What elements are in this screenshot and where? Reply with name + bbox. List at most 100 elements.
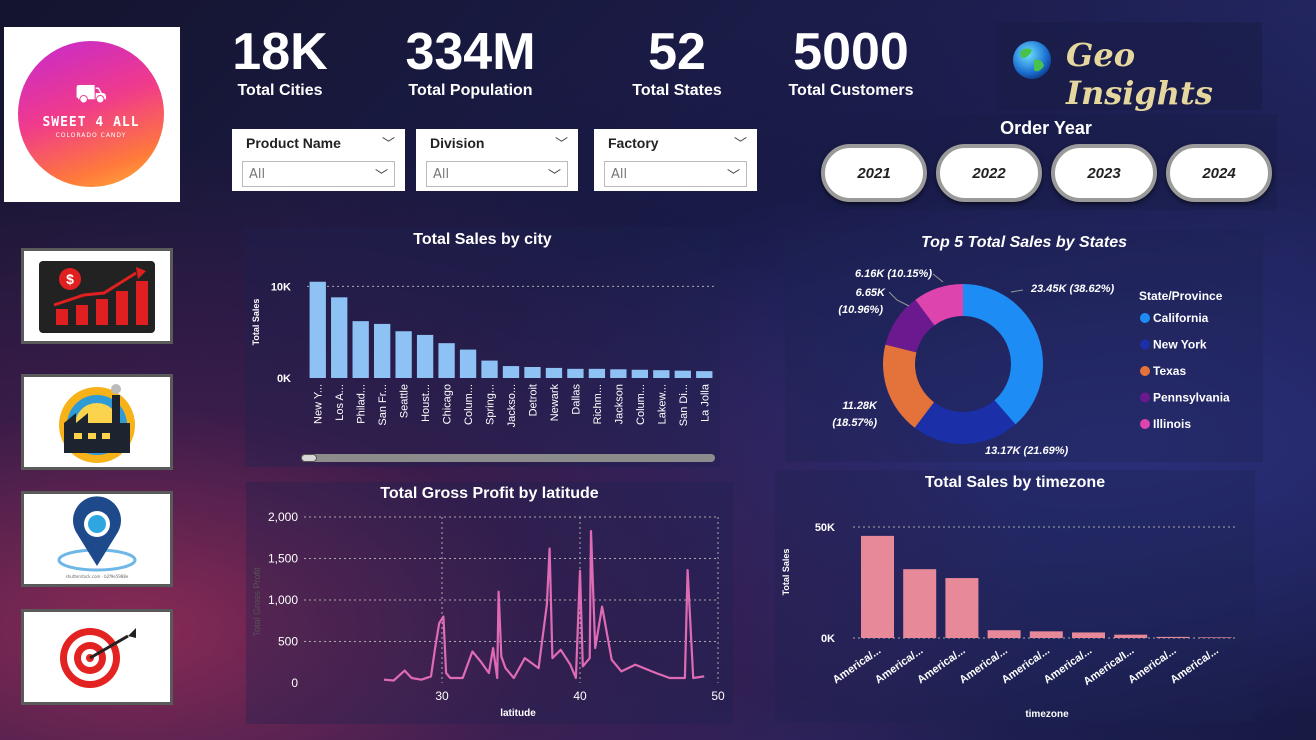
bar xyxy=(567,368,584,378)
bar xyxy=(524,367,541,378)
bar xyxy=(545,367,563,378)
legend-title: State/Province xyxy=(1139,289,1223,303)
kpi-value: 334M xyxy=(405,23,536,81)
x-tick-label: Jackson xyxy=(613,384,625,424)
nav-location-button[interactable]: shutterstock.com · b2f9e5988e xyxy=(21,491,173,587)
x-tick-label: New Y... xyxy=(313,384,325,424)
product-name-dropdown[interactable]: All ﹀ xyxy=(242,161,395,187)
factory-slicer[interactable]: Factory ﹀ All ﹀ xyxy=(594,129,757,191)
brand-logo: ⛟ SWEET 4 ALL COLORADO CANDY xyxy=(4,27,180,202)
division-slicer[interactable]: Division ﹀ All ﹀ xyxy=(416,129,578,191)
y-tick-label: 10K xyxy=(271,281,291,293)
kpi-total-population: 334M Total Population xyxy=(388,22,553,114)
x-tick-label: 30 xyxy=(435,689,449,703)
bar xyxy=(1029,631,1063,638)
horizontal-scrollbar[interactable] xyxy=(301,454,715,462)
year-2022-button[interactable]: 2022 xyxy=(936,144,1042,202)
factory-dropdown[interactable]: All ﹀ xyxy=(604,161,747,187)
x-tick-label: Los A... xyxy=(334,384,346,421)
bar xyxy=(373,323,391,378)
top5-states-chart: Top 5 Total Sales by States 23.45K (38.6… xyxy=(785,230,1263,462)
bar xyxy=(438,343,455,378)
brand-banner: Geo Insights xyxy=(996,22,1262,112)
kpi-value: 52 xyxy=(648,23,706,81)
scrollbar-thumb[interactable] xyxy=(301,454,317,462)
leader-line xyxy=(932,273,944,283)
bar xyxy=(903,569,937,638)
chevron-down-icon[interactable]: ﹀ xyxy=(375,165,388,184)
nav-sales-button[interactable]: $ xyxy=(21,248,173,344)
slice-data-label: (18.57%) xyxy=(832,417,877,429)
legend-label: New York xyxy=(1153,338,1207,352)
bar xyxy=(416,334,434,378)
svg-text:$: $ xyxy=(66,271,74,287)
y-axis-label: Total Sales xyxy=(781,549,791,596)
globe-icon xyxy=(1013,41,1051,79)
donut-plot: 23.45K (38.62%) 13.17K (21.69%) 11.28K (18.… xyxy=(832,268,1230,457)
x-tick-label: Newark xyxy=(549,384,561,422)
slicer-title: Product Name xyxy=(246,135,341,151)
nav-factory-button[interactable] xyxy=(21,374,173,470)
chevron-down-icon[interactable]: ﹀ xyxy=(727,165,740,184)
sales-by-city-plot: 10K 0K Total Sales New Y... Los A... Philad..… xyxy=(251,281,715,427)
chevron-down-icon[interactable]: ﹀ xyxy=(382,133,395,152)
kpi-label: Total Customers xyxy=(788,82,914,99)
gross-profit-by-latitude-chart: Total Gross Profit by latitude 0 500 1,000… xyxy=(246,482,733,724)
bar xyxy=(1198,637,1232,638)
bar xyxy=(481,360,498,378)
slice-data-label: 13.17K (21.69%) xyxy=(985,445,1068,457)
legend-label: California xyxy=(1153,311,1209,325)
sales-growth-icon: $ xyxy=(39,261,155,333)
legend-label: Pennsylvania xyxy=(1153,391,1230,405)
slicer-title: Factory xyxy=(608,135,659,151)
kpi-label: Total Cities xyxy=(237,82,323,99)
y-axis-label: Total Gross Profit xyxy=(252,567,262,637)
target-icon xyxy=(60,628,136,688)
x-tick-label: Detroit xyxy=(527,384,539,416)
x-tick-label: Philad... xyxy=(356,384,368,424)
stock-image-caption: shutterstock.com · b2f9e5988e xyxy=(65,574,129,579)
chevron-down-icon[interactable]: ﹀ xyxy=(734,133,747,152)
legend-marker xyxy=(1140,392,1150,403)
year-2024-button[interactable]: 2024 xyxy=(1166,144,1272,202)
bar xyxy=(352,321,369,378)
legend-marker xyxy=(1140,366,1150,376)
bar xyxy=(1156,636,1190,638)
chevron-down-icon[interactable]: ﹀ xyxy=(555,133,568,152)
sales-by-timezone-chart: Total Sales by timezone 50K 0K Total Sales… xyxy=(775,470,1255,722)
kpi-label: Total States xyxy=(632,82,722,99)
bar xyxy=(331,297,348,378)
product-name-slicer[interactable]: Product Name ﹀ All ﹀ xyxy=(232,129,405,191)
y-tick-label: 1,500 xyxy=(268,552,298,566)
division-dropdown[interactable]: All ﹀ xyxy=(426,161,568,187)
y-tick-label: 0K xyxy=(277,373,291,385)
x-axis-label: latitude xyxy=(500,708,536,719)
sales-by-timezone-plot: 50K0KTotal SalesAmerica/...America/...Am… xyxy=(781,522,1235,720)
year-2023-button[interactable]: 2023 xyxy=(1051,144,1157,202)
kpi-total-states: 52 Total States xyxy=(617,22,737,114)
logo-title: SWEET 4 ALL xyxy=(42,115,140,130)
x-tick-label: Jackso... xyxy=(506,384,518,427)
slicer-value: All xyxy=(433,167,450,182)
bar xyxy=(987,630,1021,638)
legend-label: Illinois xyxy=(1153,417,1191,431)
x-tick-label: Richm... xyxy=(592,384,604,424)
sales-by-city-chart: Total Sales by city 10K 0K Total Sales New … xyxy=(245,227,720,467)
bar xyxy=(502,366,520,378)
x-tick-label: America/... xyxy=(1168,645,1220,687)
logo-badge: ⛟ SWEET 4 ALL COLORADO CANDY xyxy=(18,41,164,187)
kpi-value: 5000 xyxy=(793,23,909,81)
y-tick-label: 2,000 xyxy=(268,510,298,524)
year-2021-button[interactable]: 2021 xyxy=(821,144,927,202)
legend-marker xyxy=(1140,313,1150,323)
leader-line xyxy=(888,291,910,307)
nav-target-button[interactable] xyxy=(21,609,173,705)
x-tick-label: San Di... xyxy=(678,384,690,426)
order-year-slicer: Order Year 2021 2022 2023 2024 xyxy=(815,114,1277,210)
legend-marker xyxy=(1140,339,1150,350)
y-axis-label: Total Sales xyxy=(251,299,261,346)
slicer-title: Division xyxy=(430,135,485,151)
dashboard-title: Geo Insights xyxy=(1066,36,1213,112)
leader-line xyxy=(1010,289,1024,293)
chevron-down-icon[interactable]: ﹀ xyxy=(548,165,561,184)
